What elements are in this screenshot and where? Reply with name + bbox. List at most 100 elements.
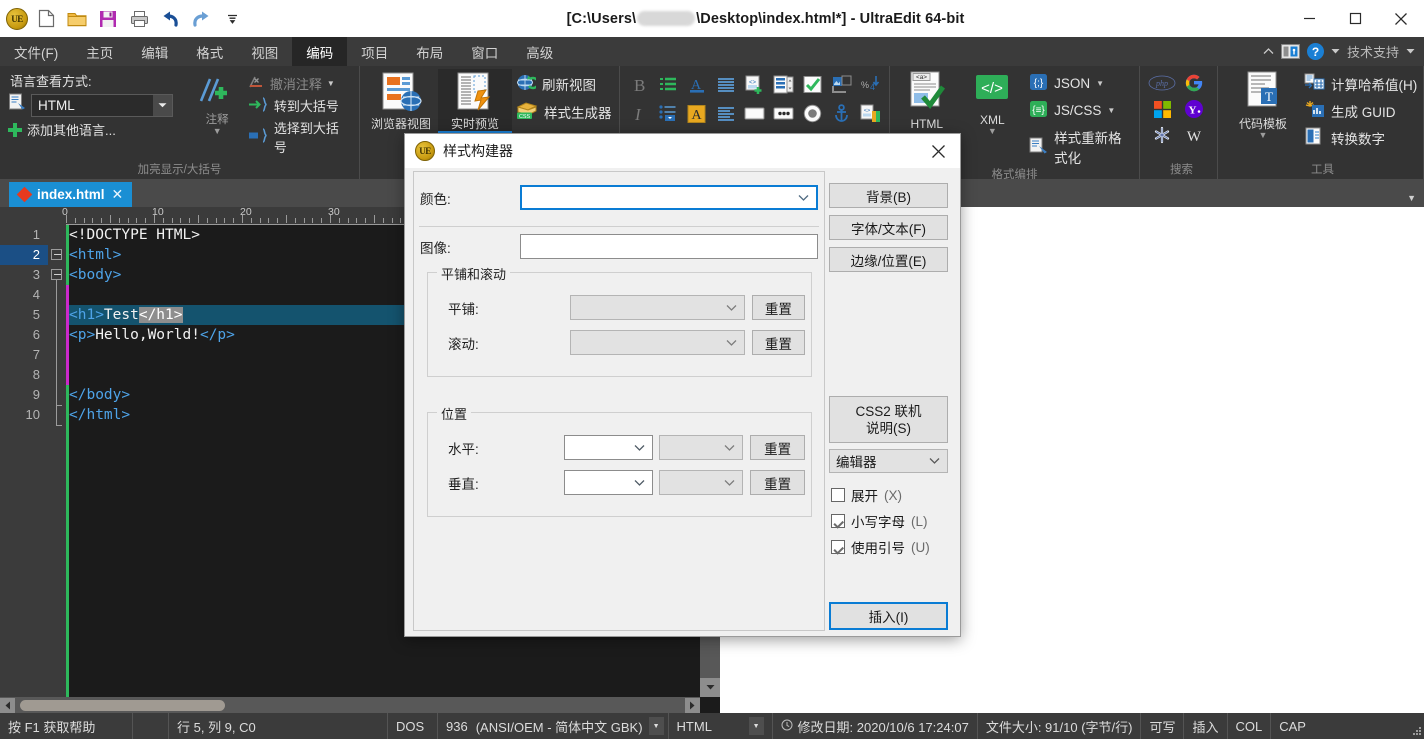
use-quotes-checkbox[interactable]	[831, 540, 845, 554]
textbox-icon[interactable]	[740, 99, 769, 128]
menu-tab-edit[interactable]: 编辑	[127, 37, 182, 66]
print-icon[interactable]	[126, 6, 152, 32]
indent-list-icon[interactable]	[653, 70, 682, 99]
refresh-view-button[interactable]: 刷新视图	[516, 73, 612, 95]
google-icon[interactable]	[1178, 70, 1210, 96]
snowflake-icon[interactable]	[1146, 122, 1178, 148]
background-tab-button[interactable]: 背景(B)	[829, 183, 948, 208]
comment-button[interactable]: 注释 ▼	[186, 71, 247, 136]
scroll-right-button[interactable]	[685, 697, 700, 713]
tabstrip-dropdown-arrow[interactable]: ▼	[1407, 193, 1424, 207]
chevron-down-icon[interactable]: ▼	[748, 717, 764, 735]
menu-tab-window[interactable]: 窗口	[457, 37, 512, 66]
code-folding-column[interactable]	[48, 225, 66, 697]
menu-tab-home[interactable]: 主页	[72, 37, 127, 66]
tile-select[interactable]	[569, 295, 745, 320]
browser-view-button[interactable]: 浏览器视图	[364, 69, 438, 131]
insert-special-tag-icon[interactable]: <>	[856, 99, 885, 128]
jscss-button[interactable]: {≡} JS/CSS ▼	[1029, 100, 1135, 121]
comment-dropdown-arrow[interactable]: ▼	[213, 127, 222, 136]
redo-icon[interactable]	[188, 6, 214, 32]
yahoo-icon[interactable]: Y	[1178, 96, 1210, 122]
bullet-list-dropdown-icon[interactable]	[653, 99, 682, 128]
support-dropdown-arrow[interactable]	[1406, 48, 1415, 55]
json-dropdown-arrow[interactable]: ▼	[1096, 79, 1104, 88]
percent-convert-icon[interactable]: % 4	[856, 70, 885, 99]
help-dropdown-arrow[interactable]	[1331, 48, 1340, 55]
expand-checkbox-row[interactable]: 展开 (X)	[831, 484, 930, 506]
license-key-icon[interactable]	[1281, 44, 1300, 59]
vertical-select[interactable]	[563, 470, 654, 495]
hash-value-button[interactable]: 计算哈希值(H)	[1304, 73, 1417, 94]
scroll-left-button[interactable]	[0, 697, 15, 713]
xml-format-button[interactable]: </> XML ▼	[960, 69, 1026, 136]
resize-grip[interactable]	[1410, 713, 1424, 739]
font-underline-icon[interactable]: A	[682, 70, 711, 99]
image-input[interactable]	[519, 234, 818, 259]
css2-online-help-button[interactable]: CSS2 联机 说明(S)	[829, 396, 948, 443]
status-encoding[interactable]: 936 (ANSI/OEM - 简体中文 GBK) ▼	[438, 713, 669, 739]
live-preview-button[interactable]: 实时预览	[438, 69, 512, 133]
status-syntax[interactable]: HTML ▼	[669, 713, 773, 739]
menu-tab-project[interactable]: 项目	[347, 37, 402, 66]
xml-dropdown-arrow[interactable]: ▼	[988, 127, 997, 136]
font-text-tab-button[interactable]: 字体/文本(F)	[829, 215, 948, 240]
save-icon[interactable]	[95, 6, 121, 32]
status-caret-position[interactable]: 行 5, 列 9, C0	[169, 713, 388, 739]
align-left-icon[interactable]	[711, 70, 740, 99]
use-quotes-checkbox-row[interactable]: 使用引号 (U)	[831, 536, 930, 558]
app-logo-icon[interactable]	[6, 7, 28, 30]
select-to-brace-button[interactable]: 选择到大括号	[248, 118, 351, 156]
lowercase-checkbox-row[interactable]: 小写字母 (L)	[831, 510, 930, 532]
json-button[interactable]: {;} JSON ▼	[1029, 73, 1135, 94]
chevron-down-icon[interactable]: ▼	[648, 717, 664, 735]
menu-tab-format[interactable]: 格式	[182, 37, 237, 66]
scroll-reset-button[interactable]: 重置	[751, 330, 805, 355]
code-template-dropdown-arrow[interactable]: ▼	[1259, 131, 1268, 140]
status-line-ending[interactable]: DOS	[388, 713, 438, 739]
open-folder-icon[interactable]	[64, 6, 90, 32]
color-select[interactable]	[519, 185, 818, 210]
close-button[interactable]	[1378, 0, 1424, 37]
wikipedia-icon[interactable]: W	[1178, 122, 1210, 148]
uncomment-dropdown-arrow[interactable]: ▼	[327, 79, 335, 88]
html-format-button[interactable]: <a> HTML	[894, 69, 960, 131]
fold-marker-body[interactable]	[51, 269, 62, 280]
horizontal-select[interactable]	[563, 435, 654, 460]
scroll-select[interactable]	[569, 330, 745, 355]
form-fields-icon[interactable]	[769, 70, 798, 99]
vertical-reset-button[interactable]: 重置	[750, 470, 805, 495]
convert-number-button[interactable]: 转换数字	[1304, 127, 1417, 148]
radio-button-icon[interactable]	[798, 99, 827, 128]
customize-qat-icon[interactable]	[219, 6, 245, 32]
status-writable[interactable]: 可写	[1141, 713, 1185, 739]
menu-tab-file[interactable]: 文件(F)	[0, 37, 72, 66]
expand-checkbox[interactable]	[831, 488, 845, 502]
help-button[interactable]: ?	[1306, 43, 1324, 60]
bold-icon[interactable]: B	[624, 70, 653, 99]
close-icon[interactable]: ✕	[112, 186, 124, 203]
microsoft-icon[interactable]	[1146, 96, 1178, 122]
align-justify-icon[interactable]	[711, 99, 740, 128]
insert-image-icon[interactable]	[827, 70, 856, 99]
tile-reset-button[interactable]: 重置	[751, 295, 805, 320]
jscss-dropdown-arrow[interactable]: ▼	[1107, 106, 1115, 115]
document-tab-index-html[interactable]: index.html ✕	[9, 182, 133, 207]
code-template-button[interactable]: T 代码模板 ▼	[1226, 69, 1300, 140]
goto-brace-button[interactable]: 转到大括号	[248, 96, 351, 115]
support-menu[interactable]: 技术支持	[1347, 42, 1399, 61]
horizontal-unit-select[interactable]	[659, 435, 744, 460]
target-select[interactable]: 编辑器	[829, 449, 948, 473]
lowercase-checkbox[interactable]	[831, 514, 845, 528]
editor-horizontal-scrollbar[interactable]	[0, 697, 700, 713]
uncomment-button[interactable]: 撤消注释 ▼	[248, 74, 351, 93]
scroll-down-button[interactable]	[700, 678, 720, 697]
new-file-icon[interactable]	[33, 6, 59, 32]
anchor-icon[interactable]	[827, 99, 856, 128]
collapse-ribbon-button[interactable]	[1263, 47, 1274, 56]
checkbox-icon[interactable]	[798, 70, 827, 99]
horizontal-scroll-thumb[interactable]	[20, 699, 225, 711]
undo-icon[interactable]	[157, 6, 183, 32]
style-reformat-button[interactable]: 样式重新格式化	[1029, 127, 1135, 167]
font-highlight-icon[interactable]: A	[682, 99, 711, 128]
